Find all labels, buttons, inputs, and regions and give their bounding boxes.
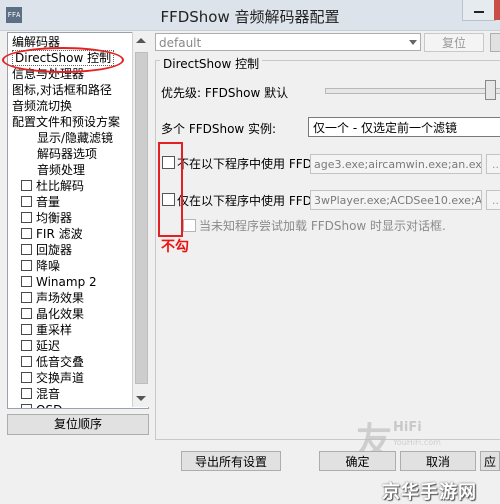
tree-item-label: 晶化效果 [36,307,85,321]
tree-item[interactable]: Winamp 2 [21,274,97,290]
watermark-url: YouHiFi.com [393,438,441,447]
tree-item[interactable]: 杜比解码 [21,178,84,194]
minimize-icon [474,11,484,13]
tree-item-checkbox[interactable] [21,404,32,408]
tree-scrollbar[interactable] [132,32,149,407]
tree-item-checkbox[interactable] [21,228,32,239]
tree-item[interactable]: 降噪 [21,258,60,274]
preset-extra-button[interactable] [490,33,500,52]
unknown-app-checkbox[interactable] [183,219,196,232]
tree-item-checkbox[interactable] [21,308,32,319]
preset-reset-button[interactable]: 复位 [424,33,484,52]
tree-item-label: 重采样 [36,323,73,337]
settings-tree[interactable]: 编解码器 DirectShow 控制 信息与处理器 图标,对话框和路径 音频流切换 配置文… [7,32,149,409]
tree-item[interactable]: 显示/隐藏滤镜 [37,130,113,146]
scroll-down-icon[interactable] [136,396,146,401]
tree-item-checkbox[interactable] [21,180,32,191]
preset-select[interactable]: default [155,33,421,51]
minimize-button[interactable] [462,0,496,21]
tree-item[interactable]: 低音交叠 [21,354,84,370]
tree-item[interactable]: 音频处理 [37,162,85,178]
instances-label: 多个 FFDShow 实例: [161,122,277,136]
tree-item-label: 回旋器 [36,243,73,257]
cancel-button[interactable]: 取消 [400,451,476,471]
dont-use-field[interactable]: age3.exe;aircamwin.exe;an.exe;A [310,154,482,174]
tree-item-label: 音频处理 [37,163,86,177]
chevron-down-icon [409,40,417,45]
tree-item-label: 音频流切换 [12,99,73,113]
apply-button[interactable]: 应 [480,451,500,471]
preset-value: default [159,36,202,50]
tree-item-label: OSD [36,403,62,408]
tree-item-checkbox[interactable] [21,372,32,383]
tree-item-checkbox[interactable] [21,276,32,287]
tree-item-checkbox[interactable] [21,356,32,367]
tree-item-label: 配置文件和预设方案 [12,115,121,129]
annotation-box [158,142,183,237]
footer-brand: 京华手游网 [382,482,477,503]
tree-item[interactable]: 解码器选项 [37,146,97,162]
tree-item[interactable]: 音频流切换 [12,98,72,114]
annotation-circle [2,47,124,73]
export-settings-button[interactable]: 导出所有设置 [181,451,281,471]
priority-slider-track[interactable] [325,88,500,94]
annotation-text: 不勾 [161,239,189,255]
watermark-text: HiFi [393,420,422,435]
tree-item[interactable]: OSD [21,402,62,408]
group-title: DirectShow 控制 [160,55,263,72]
tree-item-label: Winamp 2 [36,275,97,289]
tree-item-checkbox[interactable] [21,388,32,399]
only-use-field[interactable]: 3wPlayer.exe;ACDSee10.exe;ACD [310,190,482,210]
tree-item-label: 混音 [36,387,61,401]
unknown-app-label: 当未知程序尝试加载 FFDShow 时显示对话框. [199,219,446,233]
tree-item-label: 交换声道 [36,371,85,385]
tree-item-checkbox[interactable] [21,212,32,223]
tree-item[interactable]: 晶化效果 [21,306,84,322]
tree-item-checkbox[interactable] [21,196,32,207]
close-button[interactable] [494,0,500,20]
tree-item[interactable]: 混音 [21,386,60,402]
tree-item-checkbox[interactable] [21,260,32,271]
tree-item-label: 声场效果 [36,291,85,305]
tree-item[interactable]: 音量 [21,194,60,210]
reset-order-button[interactable]: 复位顺序 [7,414,149,435]
title-bar: FFA FFDShow 音频解码器配置 [0,0,500,31]
scroll-up-icon[interactable] [136,38,146,43]
tree-item-label: 音量 [36,195,61,209]
priority-slider-thumb[interactable] [485,80,496,100]
tree-item[interactable]: 图标,对话框和路径 [12,82,112,98]
dont-use-browse-button[interactable]: ... [486,154,500,174]
tree-item-label: 延迟 [36,339,61,353]
tree-item[interactable]: FIR 滤波 [21,226,83,242]
tree-item[interactable]: 配置文件和预设方案 [12,114,120,130]
dont-use-label: 不在以下程序中使用 FFD [177,157,312,171]
tree-item-label: 解码器选项 [37,147,98,161]
tree-item-label: 降噪 [36,259,61,273]
scroll-thumb[interactable] [135,52,148,384]
tree-item[interactable]: 回旋器 [21,242,72,258]
tree-item-label: 低音交叠 [36,355,85,369]
only-use-browse-button[interactable]: ... [486,190,500,210]
priority-label: 优先级: FFDShow 默认 [161,86,289,100]
tree-item-label: FIR 滤波 [36,227,83,241]
tree-item-label: 显示/隐藏滤镜 [37,131,114,145]
tree-item[interactable]: 声场效果 [21,290,84,306]
instances-select[interactable]: 仅一个 - 仅选定前一个滤镜 [308,117,500,137]
only-use-label: 仅在以下程序中使用 FFD [177,194,312,208]
tree-item-checkbox[interactable] [21,244,32,255]
tree-item[interactable]: 重采样 [21,322,72,338]
tree-item-checkbox[interactable] [21,340,32,351]
tree-item[interactable]: 交换声道 [21,370,84,386]
ok-button[interactable]: 确定 [319,451,396,471]
tree-item-checkbox[interactable] [21,292,32,303]
tree-item-label: 图标,对话框和路径 [12,83,112,97]
tree-item-label: 杜比解码 [36,179,85,193]
window-title: FFDShow 音频解码器配置 [160,8,340,26]
tree-item[interactable]: 延迟 [21,338,60,354]
tree-item[interactable]: 均衡器 [21,210,72,226]
tree-item-label: 均衡器 [36,211,73,225]
tree-item-checkbox[interactable] [21,324,32,335]
